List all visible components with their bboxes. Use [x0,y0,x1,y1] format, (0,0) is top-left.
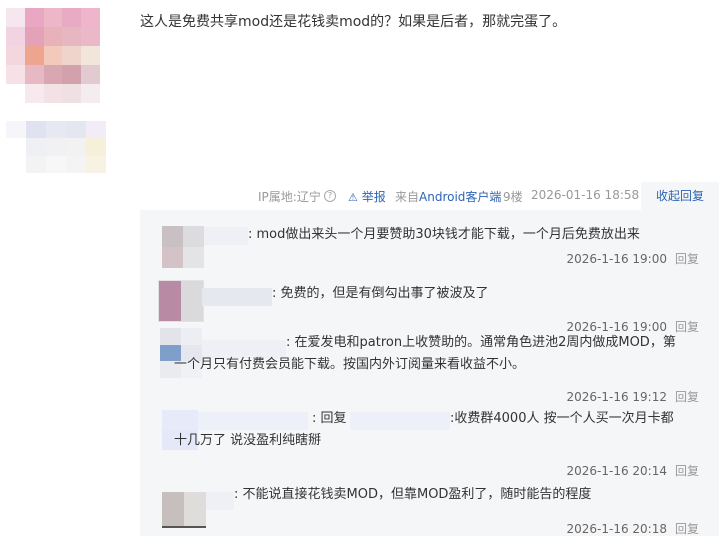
reply-item: : 免费的，但是有倒勾出事了被波及了 2026-1-16 19:00 回复 [140,274,719,334]
fold-replies-button[interactable]: 收起回复 [641,182,719,210]
post-content: 这人是免费共享mod还是花钱卖mod的？如果是后者，那就完蛋了。 [140,14,567,30]
source-client: Android客户端 [419,190,502,204]
reply-button[interactable]: 回复 [675,522,699,536]
reply-avatar[interactable] [162,492,206,528]
source-label: 来自Android客户端 [395,190,502,204]
reply-meta: 2026-1-16 19:12 回复 [566,388,699,405]
reply-time: 2026-1-16 19:12 [566,390,667,404]
floor-number: 9楼 [503,190,523,204]
reply-item: : 回复 :收费群4000人 按一个人买一次月卡都 十几万了 说没盈利纯瞎掰 2… [140,406,719,479]
reply-time: 2026-1-16 19:00 [566,252,667,266]
reply-button[interactable]: 回复 [675,390,699,404]
poster-avatar[interactable] [6,8,100,103]
reply-button[interactable]: 回复 [675,464,699,478]
reply-to-username-blurred[interactable] [350,412,450,430]
reply-meta: 2026-1-16 20:14 回复 [566,462,699,479]
report-link[interactable]: ⚠ 举报 [348,188,386,205]
reply-time: 2026-1-16 20:18 [566,522,667,536]
reply-username-blurred[interactable] [198,412,308,430]
reply-time: 2026-1-16 20:14 [566,464,667,478]
ip-location: IP属地:辽宁 [258,190,321,204]
reply-item: : mod做出来头一个月要赞助30块钱才能下载，一个月后免费放出来 2026-1… [140,210,719,274]
post-meta-bar: IP属地:辽宁 ? ⚠ 举报 来自Android客户端 9楼 2026-01-1… [140,182,719,210]
reply-meta: 2026-1-16 19:00 回复 [566,250,699,267]
reply-username-blurred[interactable] [202,288,272,306]
reply-avatar[interactable] [158,280,204,322]
reply-item: : 不能说直接花钱卖MOD，但靠MOD盈利了，随时能告的程度 2026-1-16… [140,482,719,536]
reply-content: : 在爱发电和patron上收赞助的。通常角色进池2周内做成MOD，第 [286,335,676,350]
question-circle-icon[interactable]: ? [324,188,336,202]
reply-content: : 免费的，但是有倒勾出事了被波及了 [272,286,489,301]
reply-content: : mod做出来头一个月要赞助30块钱才能下载，一个月后免费放出来 [248,227,640,242]
reply-avatar[interactable] [162,226,204,268]
reply-content: : 回复 [312,411,347,426]
reply-item: : 在爱发电和patron上收赞助的。通常角色进池2周内做成MOD，第 一个月只… [140,326,719,406]
reply-list: : mod做出来头一个月要赞助30块钱才能下载，一个月后免费放出来 2026-1… [140,210,719,536]
reply-content-continued: 一个月只有付费会员能下载。按国内外订阅量来看收益不小。 [174,357,526,372]
reply-content: : 不能说直接花钱卖MOD，但靠MOD盈利了，随时能告的程度 [234,487,592,502]
reply-content-continued: 十几万了 说没盈利纯瞎掰 [174,433,322,448]
warning-triangle-icon: ⚠ [348,191,358,204]
reply-username-blurred[interactable] [204,227,248,245]
poster-name-blurred [6,121,106,173]
reply-username-blurred[interactable] [206,492,234,510]
reply-content-tail: :收费群4000人 按一个人买一次月卡都 [450,411,674,426]
reply-prefix: 回复 [320,411,347,426]
reply-meta: 2026-1-16 20:18 回复 [566,520,699,537]
reply-button[interactable]: 回复 [675,252,699,266]
post-time: 2026-01-16 18:58 [531,188,640,202]
